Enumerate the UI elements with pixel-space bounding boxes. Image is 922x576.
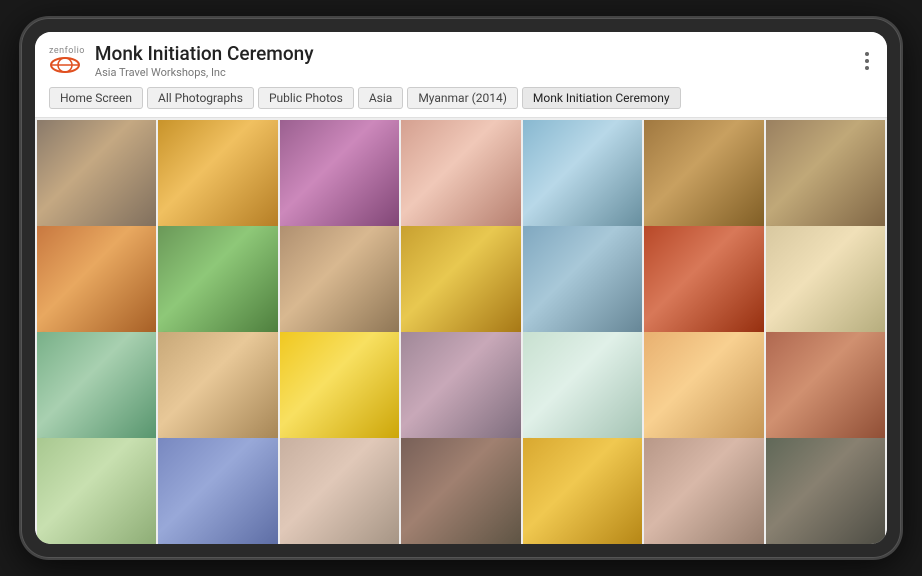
header-title-block: Monk Initiation Ceremony Asia Travel Wor…: [95, 42, 314, 79]
breadcrumb-item-2[interactable]: Public Photos: [258, 87, 354, 109]
photo-cell-6[interactable]: Bagan: [766, 120, 885, 239]
zenfolio-icon: [49, 56, 81, 74]
photo-cell-5[interactable]: Bagan: [644, 120, 763, 239]
photo-cell-22[interactable]: Bagan: [158, 438, 277, 544]
breadcrumb-item-4[interactable]: Myanmar (2014): [407, 87, 518, 109]
photo-cell-15[interactable]: Bagan: [158, 332, 277, 451]
photo-cell-10[interactable]: Bagan: [401, 226, 520, 345]
photo-cell-4[interactable]: Bagan: [523, 120, 642, 239]
photo-cell-3[interactable]: Bagan: [401, 120, 520, 239]
breadcrumb: Home ScreenAll PhotographsPublic PhotosA…: [49, 87, 873, 117]
photo-cell-23[interactable]: Bagan: [280, 438, 399, 544]
breadcrumb-item-0[interactable]: Home Screen: [49, 87, 143, 109]
tablet-frame: zenfolio Monk Initiation Ceremony Asia T…: [21, 18, 901, 558]
zenfolio-logo: zenfolio: [49, 47, 85, 74]
photo-cell-21[interactable]: Bagan: [37, 438, 156, 544]
breadcrumb-item-3[interactable]: Asia: [358, 87, 403, 109]
photo-cell-16[interactable]: Bagan: [280, 332, 399, 451]
photo-cell-12[interactable]: Bagan: [644, 226, 763, 345]
header-top: zenfolio Monk Initiation Ceremony Asia T…: [49, 42, 873, 79]
breadcrumb-item-1[interactable]: All Photographs: [147, 87, 254, 109]
photo-cell-11[interactable]: Bagan: [523, 226, 642, 345]
photo-cell-2[interactable]: Bagan: [280, 120, 399, 239]
photo-cell-17[interactable]: Bagan: [401, 332, 520, 451]
photo-cell-19[interactable]: Bagan: [644, 332, 763, 451]
photo-cell-20[interactable]: Bagan: [766, 332, 885, 451]
photo-cell-25[interactable]: Bagan: [523, 438, 642, 544]
page-title: Monk Initiation Ceremony: [95, 42, 314, 65]
tablet-screen: zenfolio Monk Initiation Ceremony Asia T…: [35, 32, 887, 544]
page-subtitle: Asia Travel Workshops, Inc: [95, 66, 314, 79]
photo-cell-14[interactable]: Bagan: [37, 332, 156, 451]
photo-cell-7[interactable]: Bagan: [37, 226, 156, 345]
photo-grid: BaganBaganBaganBaganBaganBaganBaganBagan…: [35, 118, 887, 544]
more-options-button[interactable]: [861, 48, 873, 74]
photo-cell-0[interactable]: Bagan: [37, 120, 156, 239]
header: zenfolio Monk Initiation Ceremony Asia T…: [35, 32, 887, 118]
breadcrumb-item-5[interactable]: Monk Initiation Ceremony: [522, 87, 681, 109]
more-dot-2: [865, 59, 869, 63]
photo-cell-27[interactable]: Bagan: [766, 438, 885, 544]
more-dot-1: [865, 52, 869, 56]
photo-cell-26[interactable]: Bagan: [644, 438, 763, 544]
header-left: zenfolio Monk Initiation Ceremony Asia T…: [49, 42, 314, 79]
more-dot-3: [865, 66, 869, 70]
photo-cell-18[interactable]: Bagan: [523, 332, 642, 451]
photo-cell-8[interactable]: Bagan: [158, 226, 277, 345]
photo-cell-24[interactable]: Bagan: [401, 438, 520, 544]
photo-cell-1[interactable]: Bagan: [158, 120, 277, 239]
photo-cell-13[interactable]: Bagan: [766, 226, 885, 345]
photo-cell-9[interactable]: Bagan: [280, 226, 399, 345]
zenfolio-text: zenfolio: [49, 47, 85, 56]
